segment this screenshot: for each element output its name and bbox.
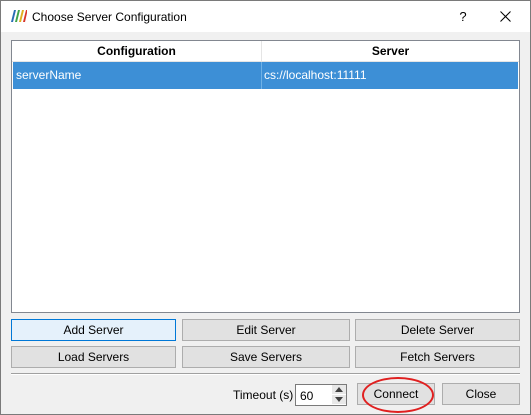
load-servers-button[interactable]: Load Servers xyxy=(11,346,176,368)
close-icon xyxy=(500,11,511,22)
title-bar: Choose Server Configuration ? xyxy=(1,1,530,32)
timeout-value[interactable]: 60 xyxy=(300,388,313,404)
column-header-configuration[interactable]: Configuration xyxy=(12,41,262,61)
delete-server-button[interactable]: Delete Server xyxy=(355,319,520,341)
help-button[interactable]: ? xyxy=(445,1,481,32)
column-header-server[interactable]: Server xyxy=(262,41,519,61)
save-servers-button[interactable]: Save Servers xyxy=(182,346,350,368)
close-button[interactable]: Close xyxy=(442,383,520,405)
spin-down-button[interactable] xyxy=(332,395,346,404)
paraview-logo-icon xyxy=(11,10,27,22)
edit-server-button[interactable]: Edit Server xyxy=(182,319,350,341)
table-header: Configuration Server xyxy=(12,41,519,62)
row-server-cell[interactable]: cs://localhost:11111 xyxy=(264,62,514,89)
divider xyxy=(11,373,520,375)
add-server-button[interactable]: Add Server xyxy=(11,319,176,341)
row-configuration-cell[interactable]: serverName xyxy=(16,62,260,89)
window-close-button[interactable] xyxy=(482,1,530,32)
row-cell-divider xyxy=(261,62,262,89)
server-configuration-table[interactable]: Configuration Server serverName cs://loc… xyxy=(11,40,520,313)
table-row[interactable]: serverName cs://localhost:11111 xyxy=(13,62,518,89)
chevron-up-icon xyxy=(335,387,343,392)
chevron-down-icon xyxy=(335,397,343,402)
window-title: Choose Server Configuration xyxy=(32,10,187,24)
timeout-label: Timeout (s) xyxy=(233,388,294,402)
connect-button[interactable]: Connect xyxy=(357,383,435,405)
choose-server-configuration-dialog: Choose Server Configuration ? Configurat… xyxy=(0,0,531,415)
fetch-servers-button[interactable]: Fetch Servers xyxy=(355,346,520,368)
timeout-spinbox[interactable]: 60 xyxy=(295,384,347,406)
spin-up-button[interactable] xyxy=(332,385,346,394)
